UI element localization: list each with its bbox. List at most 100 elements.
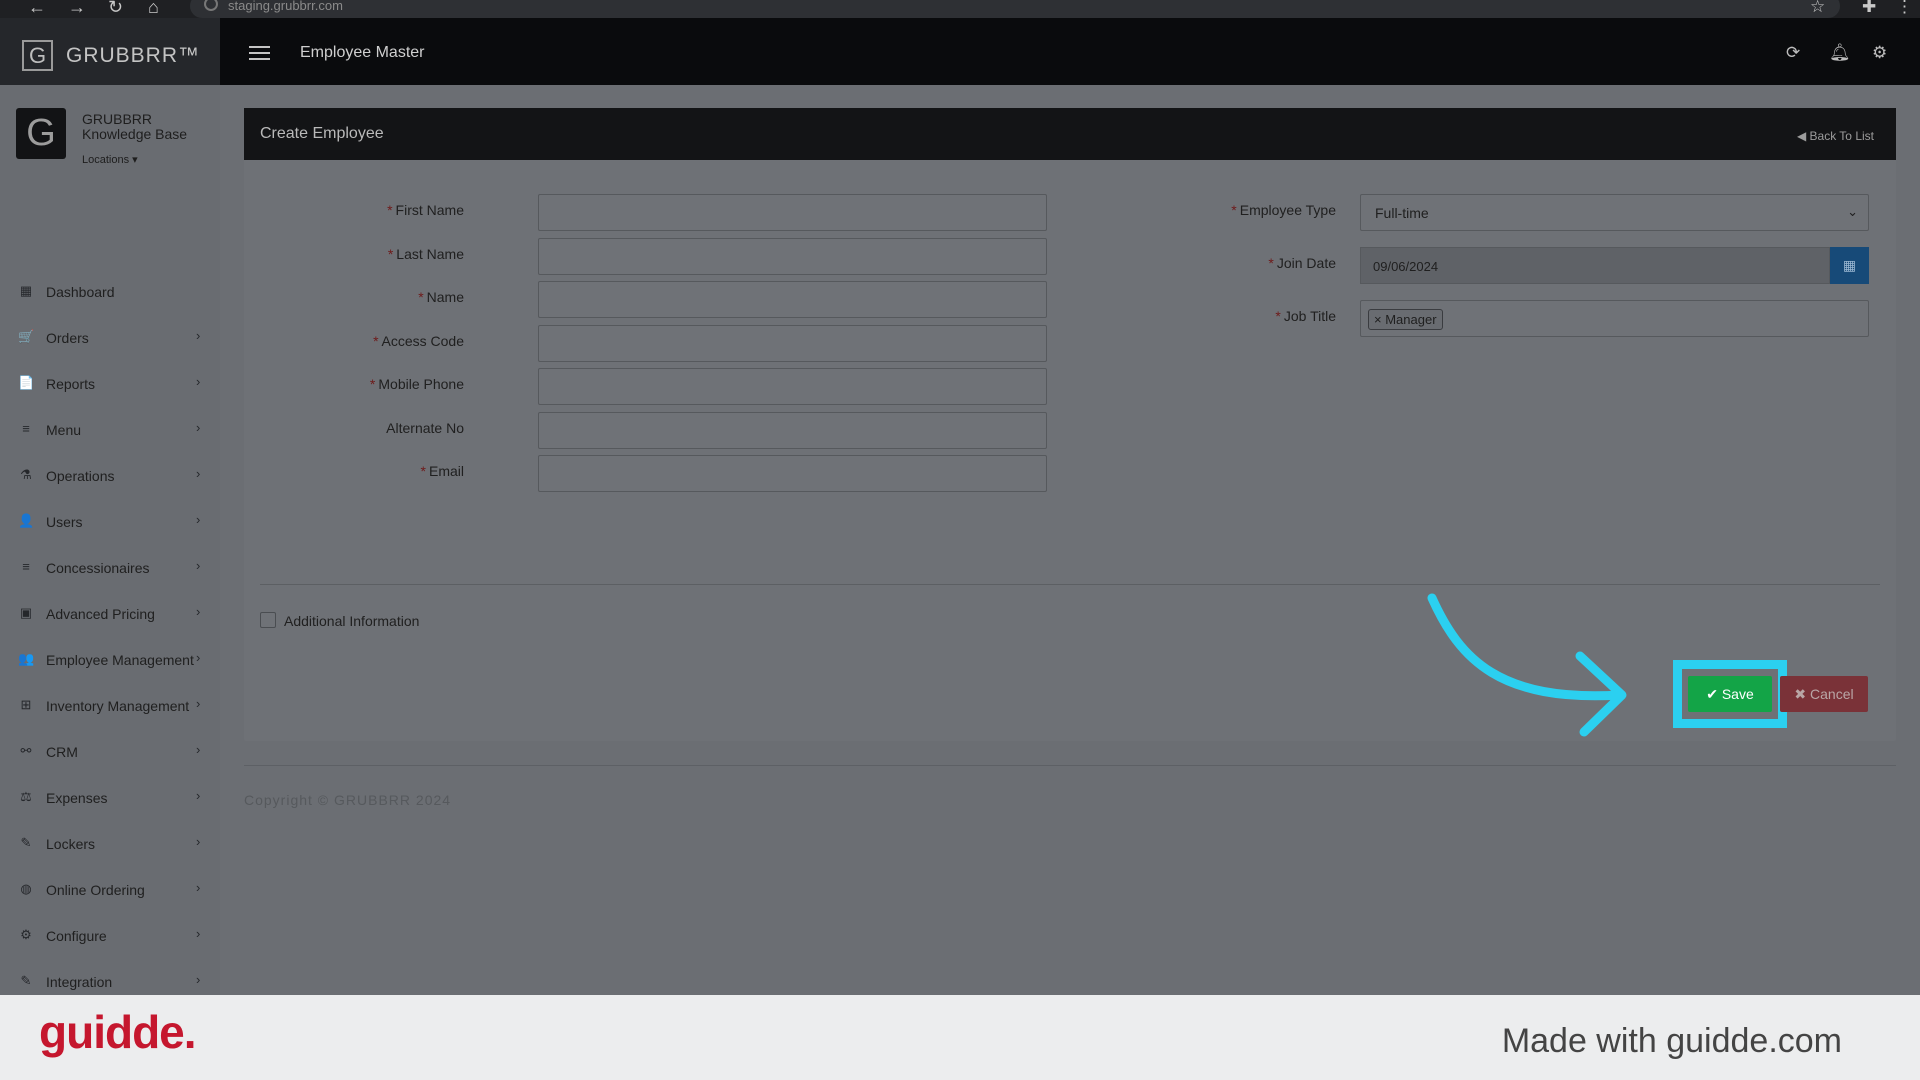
alternate-no-input[interactable]: [538, 411, 1047, 449]
required-marker: *: [420, 463, 426, 479]
last-name-label: * Last Name: [388, 246, 464, 262]
list-icon: ≡: [22, 559, 30, 574]
cart-icon: 🛒: [18, 329, 35, 344]
calendar-icon[interactable]: ▦: [1830, 247, 1869, 284]
required-marker: *: [369, 376, 376, 392]
home-icon[interactable]: ⌂: [148, 0, 159, 16]
name-input[interactable]: [538, 281, 1047, 318]
sidebar-item-orders[interactable]: 🛒 Orders ›: [0, 319, 220, 365]
reload-icon[interactable]: ↻: [108, 0, 123, 16]
sidebar-item-concessionaires[interactable]: ≡ Concessionaires ›: [0, 549, 220, 595]
sidebar-item-label: Inventory Management: [46, 698, 190, 714]
sidebar-item-users[interactable]: 👤 Users ›: [0, 503, 220, 549]
sidebar-item-online-ordering[interactable]: ◍ Online Ordering ›: [0, 871, 220, 917]
save-button[interactable]: ✔ Save: [1688, 676, 1772, 712]
required-marker: *: [1275, 308, 1281, 324]
locations-label: Locations: [82, 154, 130, 166]
forward-arrow-icon[interactable]: →: [68, 0, 86, 16]
chevron-right-icon: ›: [196, 604, 201, 619]
card-header: Create Employee ◀ Back To List: [244, 108, 1896, 160]
chevron-right-icon: ›: [196, 328, 201, 343]
copyright-text: Copyright © GRUBBRR 2024: [244, 792, 452, 808]
extensions-icon[interactable]: ✚: [1862, 0, 1876, 17]
cancel-button[interactable]: ✖ Cancel: [1780, 676, 1868, 712]
profile-logo-icon: G: [16, 108, 66, 159]
chevron-right-icon: ›: [196, 926, 201, 941]
access-code-input[interactable]: [538, 324, 1047, 362]
sidebar-item-employee-management[interactable]: 👥 Employee Management ›: [0, 641, 220, 687]
sidebar-item-advanced-pricing[interactable]: ▣ Advanced Pricing ›: [0, 595, 220, 641]
sidebar-item-crm[interactable]: ⚯ CRM ›: [0, 733, 220, 779]
last-name-label-text: Last Name: [396, 245, 464, 262]
sidebar-item-operations[interactable]: ⚗ Operations ›: [0, 457, 220, 503]
brand-logo-icon: G: [22, 40, 53, 71]
alternate-no-label: Alternate No: [386, 420, 464, 436]
form-divider: [260, 584, 1880, 585]
sidebar-item-label: Advanced Pricing: [46, 606, 155, 622]
join-date-input[interactable]: 09/06/2024: [1360, 247, 1830, 284]
gear-icon: ⚙: [20, 927, 32, 942]
profile-name: GRUBBRR Knowledge Base: [82, 111, 188, 142]
sidebar: G GRUBBRR Knowledge Base Locations ▾ ▦ Da…: [0, 85, 220, 995]
job-title-tag-input[interactable]: × Manager: [1360, 300, 1869, 337]
guidde-logo: guidde.: [39, 1006, 197, 1058]
required-marker: *: [1231, 202, 1237, 218]
first-name-input[interactable]: [538, 194, 1047, 231]
sidebar-item-label: Expenses: [46, 790, 108, 806]
sidebar-item-label: Operations: [46, 468, 115, 484]
site-info-icon[interactable]: [204, 0, 218, 11]
job-title-tag-text: Manager: [1385, 312, 1437, 327]
employee-type-select[interactable]: Full-time ⌄: [1360, 194, 1869, 231]
address-bar[interactable]: staging.grubbrr.com: [190, 0, 1840, 18]
join-date-label-text: Join Date: [1276, 255, 1336, 271]
user-add-icon: 👤: [18, 513, 35, 528]
brand-name: GRUBBRR™: [66, 44, 201, 67]
page-heading: Employee Master: [300, 44, 425, 61]
save-label: Save: [1721, 685, 1754, 702]
sidebar-item-configure[interactable]: ⚙ Configure ›: [0, 917, 220, 963]
alternate-no-label-text: Alternate No: [386, 419, 464, 436]
chevron-right-icon: ›: [196, 834, 201, 849]
chevron-right-icon: ›: [196, 742, 201, 757]
first-name-label: * First Name: [387, 202, 464, 218]
tag-remove-icon[interactable]: ×: [1374, 312, 1385, 327]
chevron-right-icon: ›: [196, 972, 201, 987]
refresh-icon[interactable]: ⟳: [1786, 43, 1800, 63]
sidebar-item-menu[interactable]: ≡ Menu ›: [0, 411, 220, 457]
back-to-list-link[interactable]: ◀ Back To List: [1797, 129, 1874, 143]
chevron-right-icon: ›: [196, 512, 201, 527]
sidebar-item-expenses[interactable]: ⚖ Expenses ›: [0, 779, 220, 825]
browser-menu-icon[interactable]: ⋮: [1896, 0, 1913, 17]
last-name-input[interactable]: [538, 237, 1047, 275]
job-title-tag[interactable]: × Manager: [1368, 309, 1443, 330]
locations-dropdown[interactable]: Locations ▾: [82, 153, 138, 166]
bookmark-star-icon[interactable]: ☆: [1810, 0, 1825, 17]
sidebar-item-label: Integration: [46, 974, 113, 990]
sidebar-item-lockers[interactable]: ✎ Lockers ›: [0, 825, 220, 871]
sidebar-item-inventory-management[interactable]: ⊞ Inventory Management ›: [0, 687, 220, 733]
sidebar-item-reports[interactable]: 📄 Reports ›: [0, 365, 220, 411]
users-icon: 👥: [18, 651, 35, 666]
bell-icon[interactable]: 🔔︎: [1829, 43, 1851, 63]
hamburger-menu-icon[interactable]: [249, 46, 270, 60]
back-arrow-icon[interactable]: ←: [28, 0, 46, 16]
additional-information-checkbox[interactable]: [260, 612, 276, 628]
required-marker: *: [373, 332, 379, 349]
sidebar-item-label: Configure: [46, 928, 107, 944]
flask-icon: ⚗: [20, 467, 32, 482]
settings-gear-icon[interactable]: ⚙: [1872, 43, 1887, 63]
mobile-phone-input[interactable]: [538, 368, 1047, 405]
sidebar-item-label: Reports: [46, 376, 96, 392]
additional-information-label: Additional Information: [284, 613, 420, 629]
lockers-icon: ✎: [20, 835, 32, 850]
sidebar-item-label: Lockers: [46, 836, 96, 852]
sidebar-item-dashboard[interactable]: ▦ Dashboard: [0, 273, 220, 319]
chevron-right-icon: ›: [196, 788, 201, 803]
sidebar-item-label: Concessionaires: [46, 560, 150, 576]
list-icon: ≡: [22, 421, 30, 436]
email-input[interactable]: [538, 455, 1047, 492]
browser-toolbar: ← → ↻ ⌂ staging.grubbrr.com ☆ ✚ ⋮: [0, 0, 1920, 18]
job-title-label-text: Job Title: [1283, 308, 1336, 324]
sitemap-icon: ⊞: [20, 697, 32, 712]
balance-icon: ⚖: [20, 789, 32, 804]
